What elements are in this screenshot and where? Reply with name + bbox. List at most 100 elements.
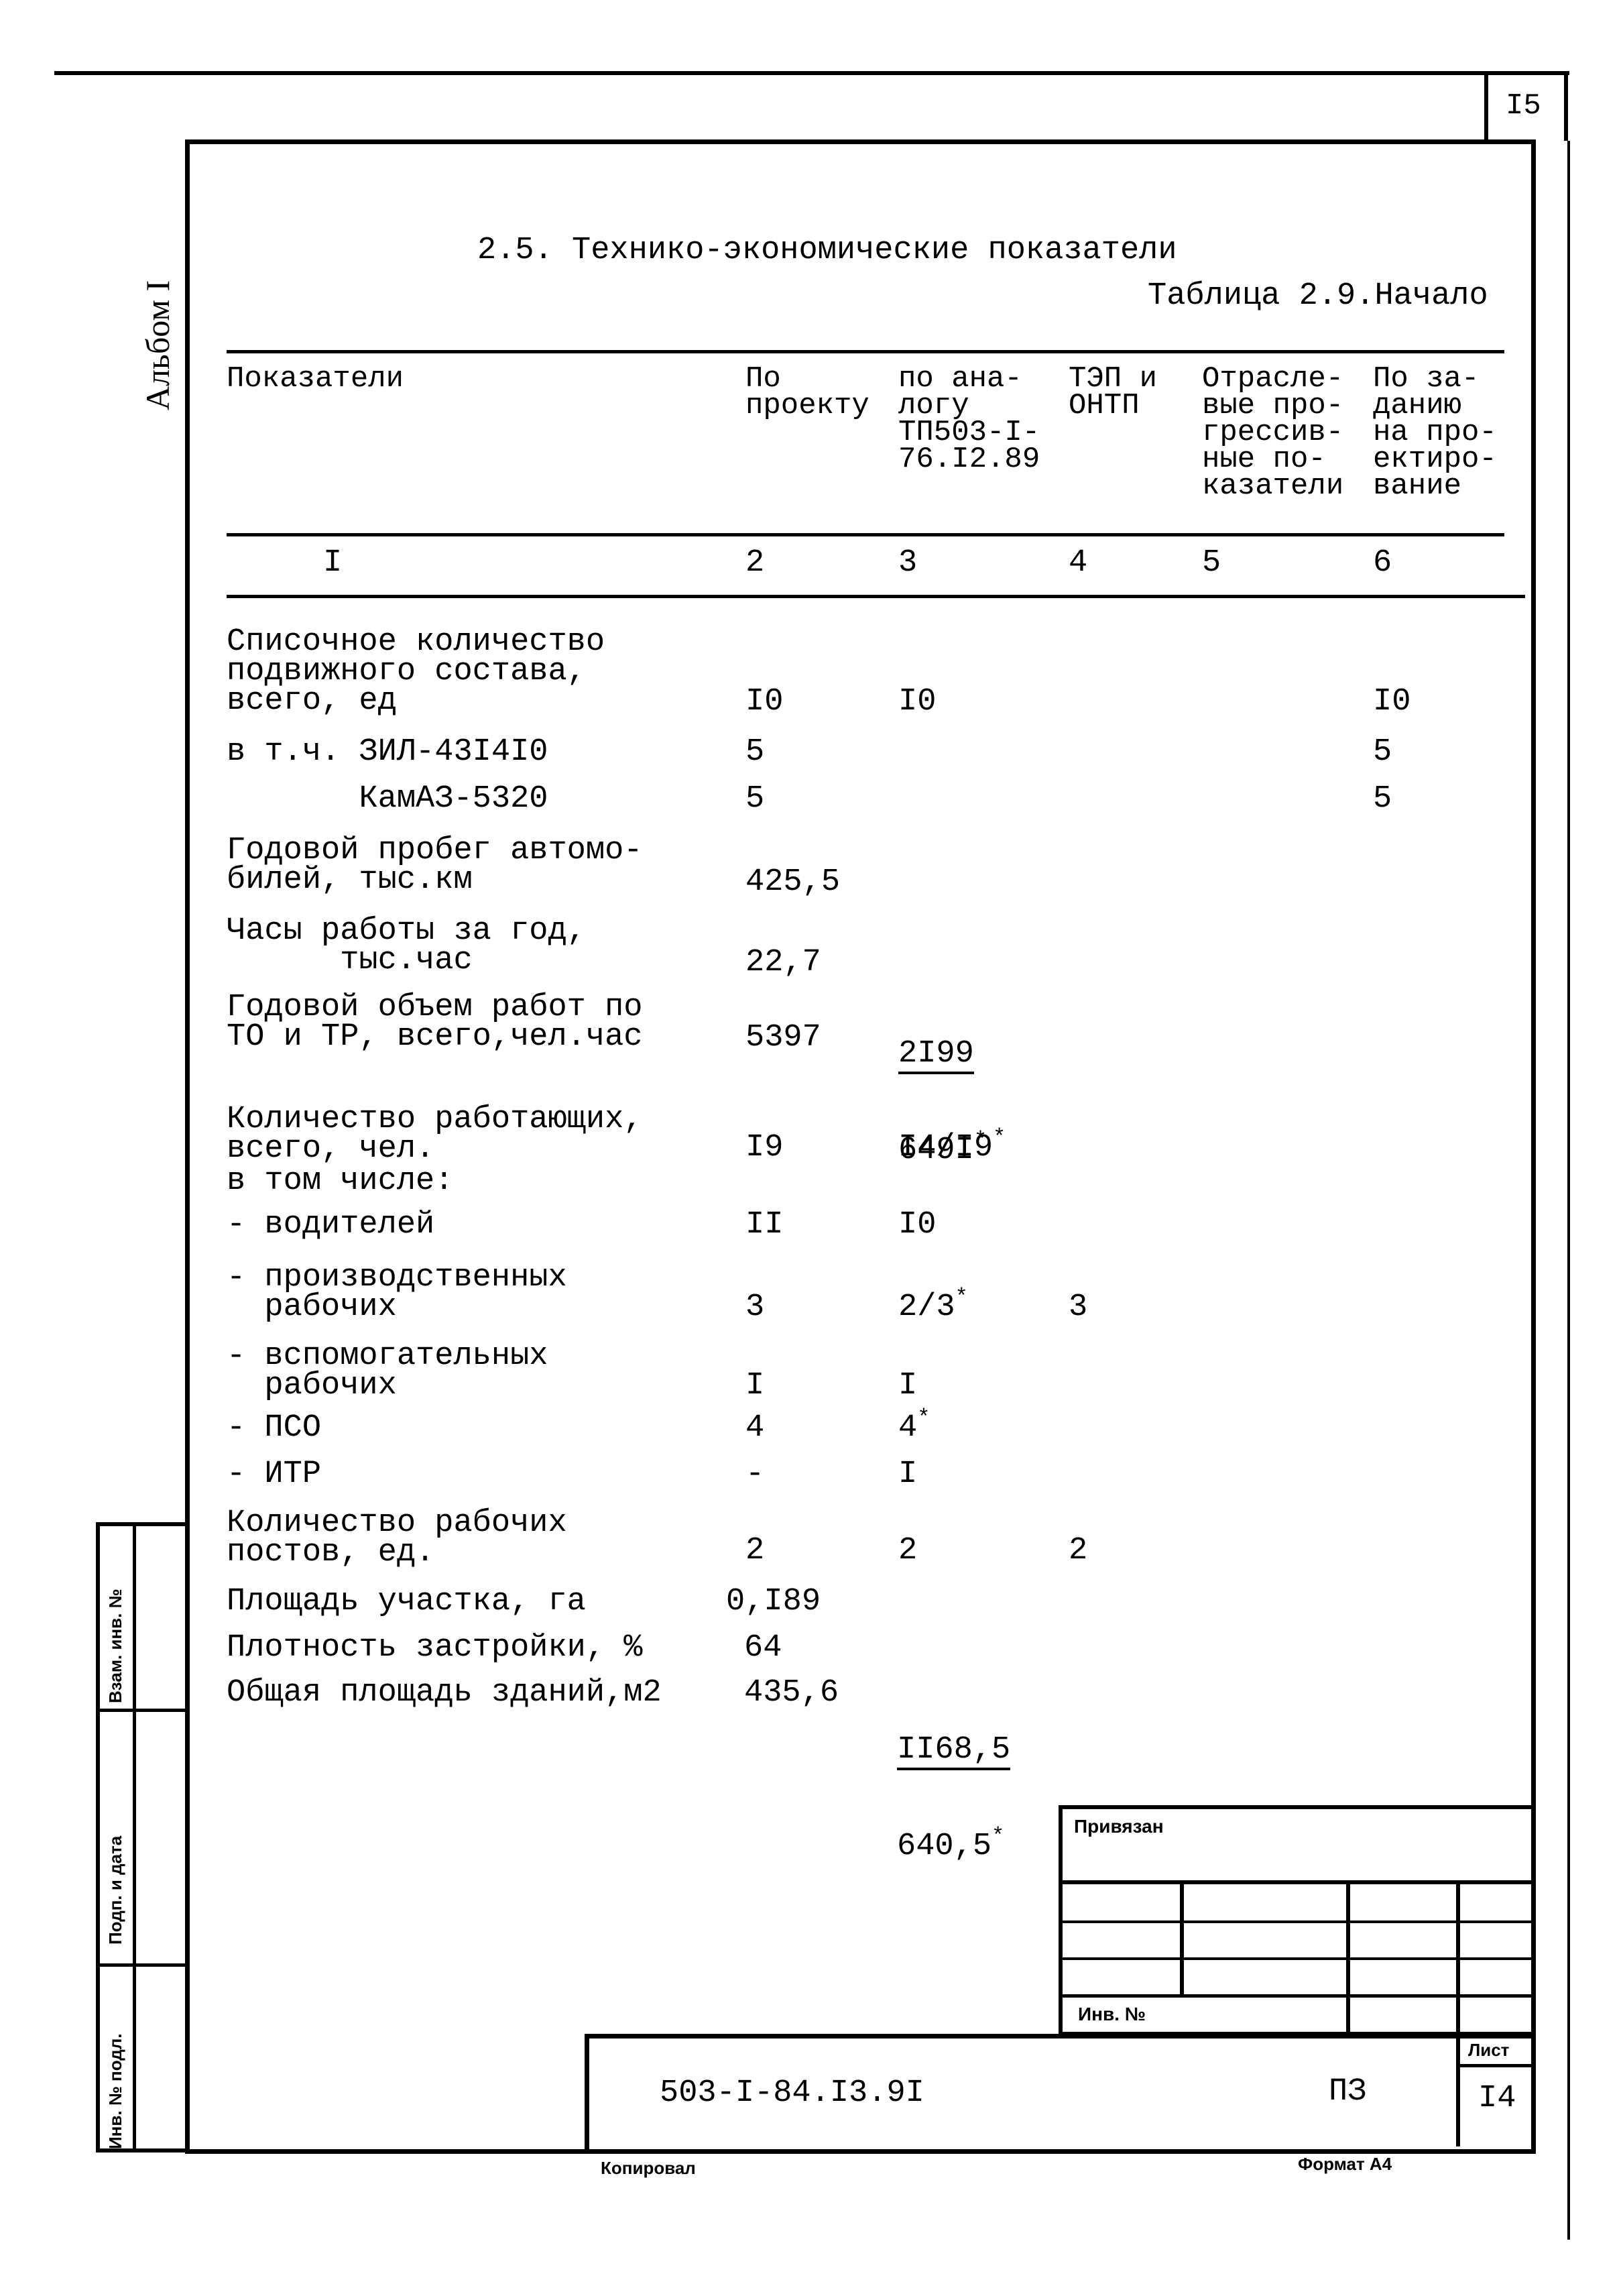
binding-rule (1059, 1880, 1536, 1884)
album-label: Альбом I (139, 280, 176, 410)
table-row-label: Списочное количество подвижного состава,… (227, 624, 605, 719)
table-cell: 2 (1069, 1533, 1088, 1568)
table-cell: 2/3* (898, 1287, 968, 1324)
colnum-3: 3 (898, 545, 918, 581)
page-number-top: I5 (1506, 89, 1541, 123)
table-row-label: Годовой пробег автомо- билей, тыс.км (227, 833, 643, 898)
table-row-label: - производственных рабочих (227, 1260, 567, 1325)
table-cell: I (745, 1368, 765, 1403)
table-header-bottom-rule (227, 533, 1504, 536)
document-type: ПЗ (1329, 2074, 1367, 2110)
inventory-label: Инв. № (1078, 2004, 1146, 2024)
cell-value: I4/I9 (898, 1130, 994, 1165)
binding-grid-rule (1059, 1957, 1536, 1960)
cell-value: 4 (898, 1410, 918, 1446)
header-industry-progressive: Отрасле- вые про- грессив- ные по- казат… (1202, 362, 1344, 503)
table-cell: 3 (1069, 1289, 1088, 1325)
footnote-mark: * (991, 1824, 1005, 1849)
binding-grid-col (1180, 1880, 1184, 1996)
table-cell: 64 (744, 1630, 782, 1666)
table-row-label: Часы работы за год, тыс.час (227, 913, 586, 978)
format-label: Формат А4 (1298, 2154, 1392, 2174)
table-cell: I0 (745, 684, 784, 720)
sheet-cell-divider (1456, 2034, 1460, 2146)
sheet-cell-rule (1456, 2064, 1536, 2067)
copied-by-label: Копировал (601, 2158, 696, 2178)
table-row-label: - водителей (227, 1207, 435, 1243)
colnum-2: 2 (745, 545, 765, 581)
table-cell: 2 (745, 1533, 765, 1568)
header-indicators: Показатели (227, 362, 404, 396)
colnum-5: 5 (1202, 545, 1221, 581)
table-row-label: Площадь участка, га (227, 1584, 586, 1619)
fraction-numerator: 2I99 (898, 1038, 974, 1074)
colnum-1: I (323, 545, 343, 581)
table-row-label: - ИТР (227, 1456, 322, 1492)
footnote-mark: * (917, 1405, 930, 1430)
top-rule (54, 71, 1569, 75)
table-row-label: в т.ч. ЗИЛ-43I4I0 (227, 734, 548, 770)
table-row-label: Общая площадь зданий,м2 (227, 1675, 662, 1711)
table-colnum-bottom-rule (227, 595, 1525, 598)
table-row-label: Количество работающих, всего, чел. (227, 1102, 643, 1167)
table-cell: 22,7 (745, 945, 821, 980)
table-cell: I4/I9* (898, 1127, 1006, 1165)
table-cell: I0 (898, 684, 937, 720)
table-caption: Таблица 2.9.Начало (1148, 278, 1488, 314)
binding-label: Привязан (1074, 1816, 1164, 1837)
fraction-numerator: II68,5 (897, 1734, 1011, 1770)
document-code: 503-I-84.I3.9I (660, 2075, 924, 2111)
header-by-project: По проекту (745, 362, 869, 422)
colnum-6: 6 (1373, 545, 1392, 581)
table-cell: 425,5 (745, 864, 841, 900)
table-cell: I (898, 1456, 918, 1492)
table-cell: I (898, 1368, 918, 1403)
table-row-label: Количество рабочих постов, ед. (227, 1505, 567, 1570)
denominator-value: 640,5 (897, 1829, 992, 1864)
binding-grid-col (1346, 1880, 1350, 2036)
table-cell: 4* (898, 1408, 930, 1444)
table-header-top-rule (227, 350, 1504, 353)
table-cell: 5397 (745, 1020, 821, 1055)
binding-grid-rule (1059, 1994, 1536, 1998)
table-cell: 5 (745, 734, 765, 770)
table-cell: 2 (898, 1533, 918, 1568)
table-cell: 3 (745, 1289, 765, 1325)
table-row-label: - ПСО (227, 1410, 322, 1446)
table-cell: II (745, 1207, 784, 1243)
header-by-analog: по ана- логу ТП503-I- 76.I2.89 (898, 362, 1040, 476)
binding-grid-col (1456, 1880, 1460, 2036)
table-cell: I0 (898, 1207, 937, 1243)
side-stamp-divider (133, 1522, 136, 2152)
fraction-denominator: 640,5* (897, 1826, 1010, 1864)
table-row-label: Годовой объем работ по ТО и ТР, всего,че… (227, 990, 643, 1055)
stamp-label-replacement-inv: Взам. инв. № (105, 1589, 125, 1703)
table-cell: - (745, 1456, 765, 1492)
table-cell: 5 (1373, 734, 1392, 770)
table-cell: I9 (745, 1130, 784, 1165)
binding-grid-rule (1059, 1920, 1536, 1923)
colnum-4: 4 (1069, 545, 1088, 581)
outer-right-line (1567, 141, 1570, 2240)
sheet-number: I4 (1478, 2081, 1516, 2116)
fraction-cell: II68,5 640,5* (897, 1676, 1011, 1891)
header-by-assignment: По за- данию на про- ектиро- вание (1373, 362, 1497, 503)
footnote-mark: * (955, 1285, 968, 1310)
table-cell: 435,6 (744, 1675, 839, 1711)
table-row-label: Плотность застройки, % (227, 1630, 643, 1666)
table-cell: 5 (745, 781, 765, 817)
table-row-label: в том числе: (227, 1163, 454, 1199)
table-row-label: КамАЗ-5320 (227, 781, 548, 817)
table-cell: 5 (1373, 781, 1392, 817)
section-title: 2.5. Технико-экономические показатели (477, 233, 1177, 268)
table-row-label: - вспомогательных рабочих (227, 1338, 548, 1403)
header-tep-ontp: ТЭП и ОНТП (1069, 362, 1158, 422)
cell-value: 2/3 (898, 1289, 955, 1325)
table-cell: 4 (745, 1410, 765, 1446)
stamp-label-original-inv: Инв. № подл. (105, 2033, 125, 2149)
side-stamp-row-rule (96, 1963, 187, 1967)
sheet-label: Лист (1468, 2040, 1510, 2060)
stamp-label-signature-date: Подп. и дата (105, 1835, 125, 1945)
table-cell: I0 (1373, 684, 1411, 720)
side-stamp-row-rule (96, 1709, 187, 1712)
